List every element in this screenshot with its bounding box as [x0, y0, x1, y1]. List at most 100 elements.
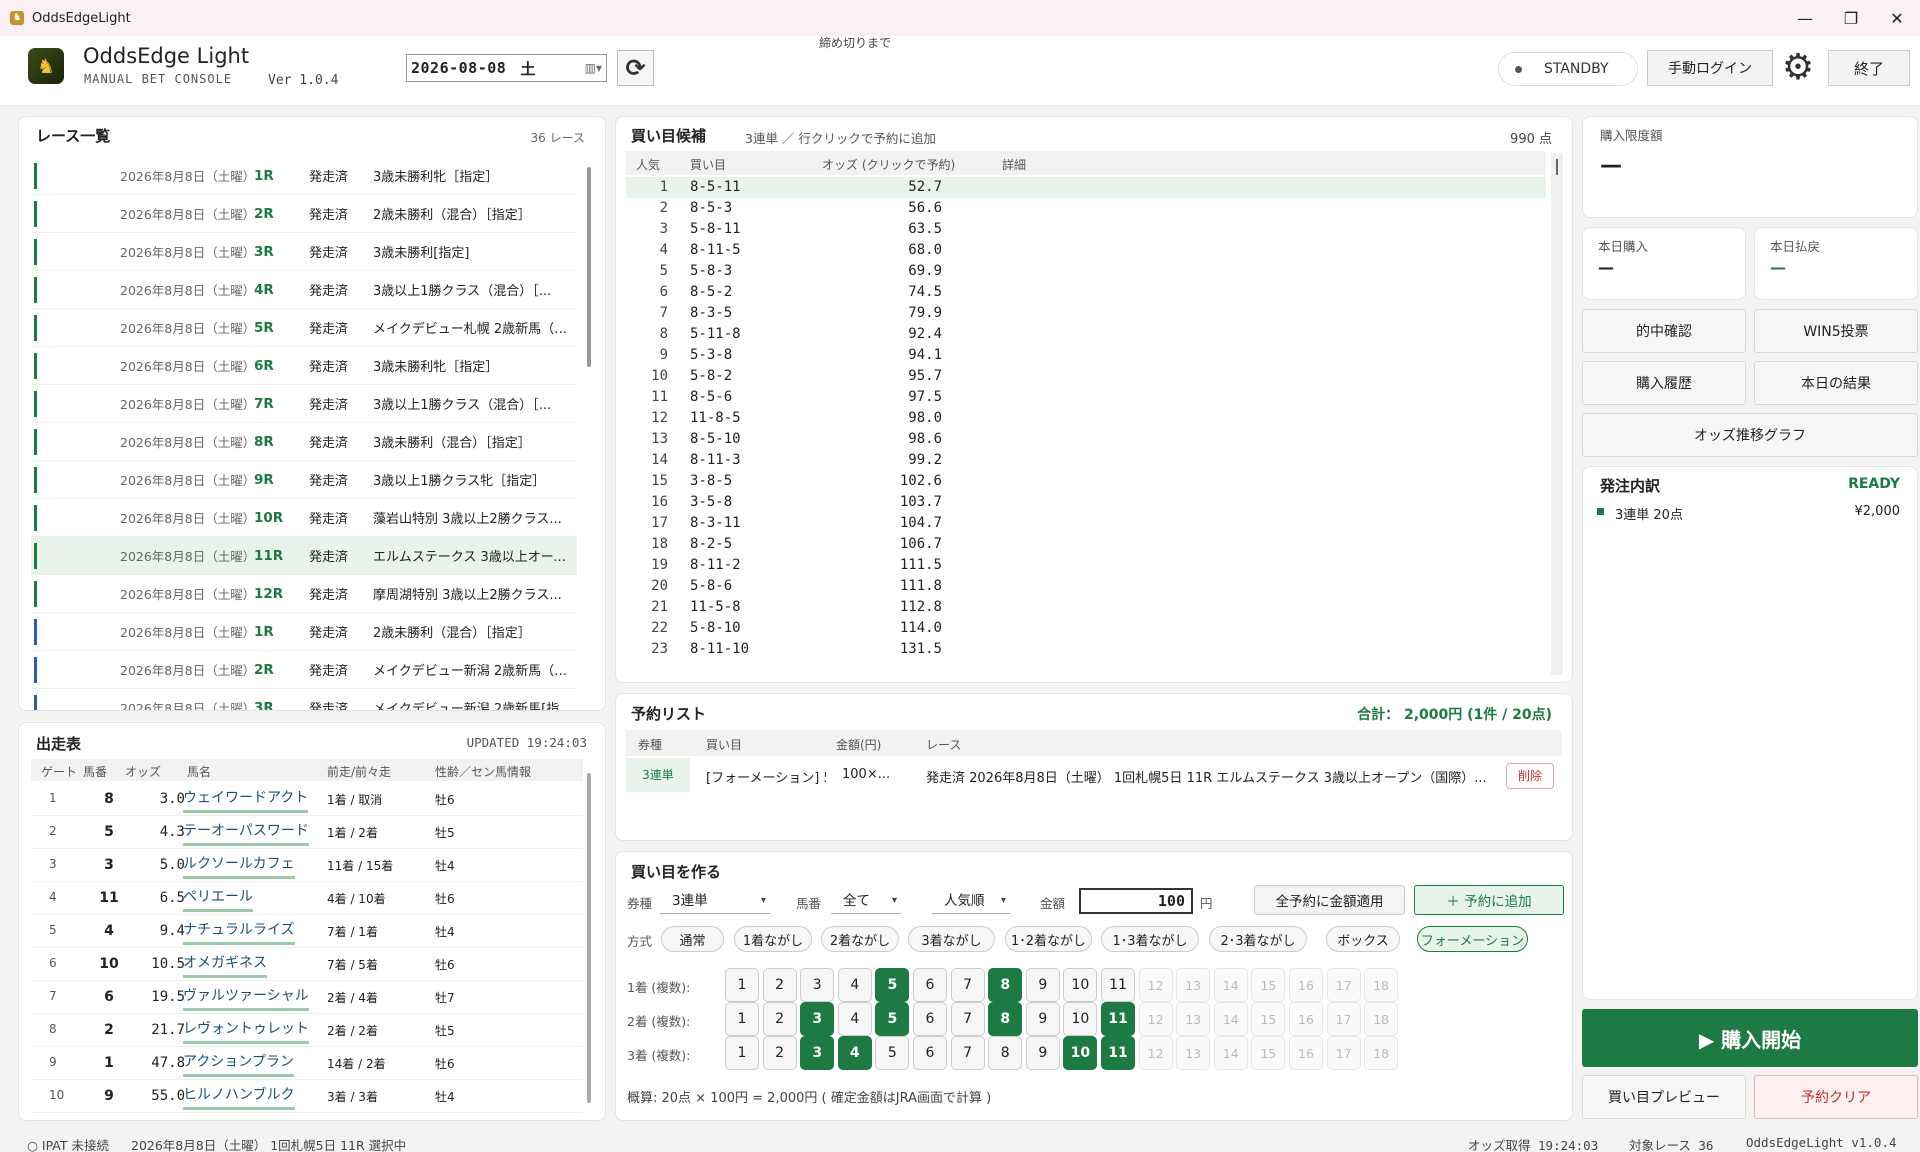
second-place-number-button[interactable]: 3 [800, 1002, 835, 1036]
race-row[interactable]: 2026年8月8日（土曜） 3R 発走済 メイクデビュー新潟 2歳新馬[指定] [31, 689, 577, 710]
candidate-odds[interactable]: 114.0 [826, 620, 942, 636]
close-button[interactable]: ✕ [1874, 0, 1920, 36]
third-place-number-button[interactable]: 11 [1101, 1036, 1135, 1070]
entry-row[interactable]: 10 9 55.0 ヒルノハンブルク 3着 / 3着 牡4 [31, 1080, 583, 1113]
method-option[interactable]: 2着ながし [821, 926, 899, 952]
second-place-number-button[interactable]: 8 [988, 1002, 1023, 1036]
win5-button[interactable]: WIN5投票 [1754, 309, 1918, 353]
second-place-number-button[interactable]: 1 [725, 1002, 759, 1036]
candidate-row[interactable]: 6 8-5-2 74.5 [626, 282, 1546, 303]
candidate-row[interactable]: 14 8-11-3 99.2 [626, 450, 1546, 471]
exit-button[interactable]: 終了 [1828, 50, 1910, 86]
third-place-number-button[interactable]: 3 [800, 1036, 835, 1070]
method-option[interactable]: 1着ながし [734, 926, 812, 952]
buy-start-button[interactable]: ▶ 購入開始 [1582, 1009, 1918, 1067]
race-row[interactable]: 2026年8月8日（土曜） 9R 発走済 3歳以上1勝クラス牝［指定］ [31, 461, 577, 499]
sort-select[interactable]: 人気順 ▾ [932, 888, 1010, 914]
candidate-row[interactable]: 1 8-5-11 52.7 [626, 177, 1546, 198]
second-place-number-button[interactable]: 9 [1025, 1002, 1060, 1036]
second-place-number-button[interactable]: 4 [837, 1002, 872, 1036]
race-row[interactable]: 2026年8月8日（土曜） 7R 発走済 3歳以上1勝クラス（混合）［... [31, 385, 577, 423]
candidate-odds[interactable]: 131.5 [826, 641, 942, 657]
second-place-number-button[interactable]: 2 [762, 1002, 797, 1036]
third-place-number-button[interactable]: 9 [1025, 1036, 1060, 1070]
candidate-odds[interactable]: 111.8 [826, 578, 942, 594]
entry-row[interactable]: 2 5 4.3 テーオーパスワード 1着 / 2着 牡5 [31, 816, 583, 849]
entry-row[interactable]: 8 2 21.7 レヴォントゥレット 2着 / 2着 牡5 [31, 1014, 583, 1047]
third-place-number-button[interactable]: 8 [988, 1036, 1023, 1070]
entry-row[interactable]: 1 8 3.0 ウェイワードアクト 1着 / 取消 牡6 [31, 783, 583, 816]
race-row[interactable]: 2026年8月8日（土曜） 12R 発走済 摩周湖特別 3歳以上2勝クラス... [31, 575, 577, 613]
date-picker[interactable]: 2026-08-08 土 ▥▾ [406, 54, 607, 82]
race-row[interactable]: 2026年8月8日（土曜） 2R 発走済 メイクデビュー新潟 2歳新馬（混... [31, 651, 577, 689]
race-row[interactable]: 2026年8月8日（土曜） 11R 発走済 エルムステークス 3歳以上オープ... [31, 537, 577, 575]
candidate-row[interactable]: 20 5-8-6 111.8 [626, 576, 1546, 597]
third-place-number-button[interactable]: 4 [837, 1036, 872, 1070]
delete-button[interactable]: 削除 [1506, 763, 1554, 789]
first-place-number-button[interactable]: 2 [762, 968, 797, 1002]
history-button[interactable]: 購入履歴 [1582, 361, 1746, 405]
today-results-button[interactable]: 本日の結果 [1754, 361, 1918, 405]
candidate-odds[interactable]: 106.7 [826, 536, 942, 552]
candidate-row[interactable]: 11 8-5-6 97.5 [626, 387, 1546, 408]
race-row[interactable]: 2026年8月8日（土曜） 4R 発走済 3歳以上1勝クラス（混合）［... [31, 271, 577, 309]
candidate-odds[interactable]: 97.5 [826, 389, 942, 405]
method-option[interactable]: フォーメーション [1417, 926, 1528, 952]
candidate-row[interactable]: 17 8-3-11 104.7 [626, 513, 1546, 534]
preview-button[interactable]: 買い目プレビュー [1582, 1075, 1746, 1119]
third-place-number-button[interactable]: 1 [725, 1036, 759, 1070]
candidate-odds[interactable]: 56.6 [826, 200, 942, 216]
candidate-odds[interactable]: 103.7 [826, 494, 942, 510]
horse-select[interactable]: 全て ▾ [831, 888, 901, 914]
candidate-row[interactable]: 19 8-11-2 111.5 [626, 555, 1546, 576]
candidate-row[interactable]: 21 11-5-8 112.8 [626, 597, 1546, 618]
candidate-row[interactable]: 8 5-11-8 92.4 [626, 324, 1546, 345]
candidate-odds[interactable]: 92.4 [826, 326, 942, 342]
candidate-row[interactable]: 2 8-5-3 56.6 [626, 198, 1546, 219]
candidate-row[interactable]: 12 11-8-5 98.0 [626, 408, 1546, 429]
refresh-button[interactable]: ⟳ [617, 50, 654, 86]
first-place-number-button[interactable]: 8 [988, 968, 1023, 1002]
candidate-odds[interactable]: 99.2 [826, 452, 942, 468]
candidate-row[interactable]: 15 3-8-5 102.6 [626, 471, 1546, 492]
apply-all-button[interactable]: 全予約に金額適用 [1254, 885, 1405, 915]
candidate-odds[interactable]: 104.7 [826, 515, 942, 531]
candidate-row[interactable]: 13 8-5-10 98.6 [626, 429, 1546, 450]
entries-scrollbar[interactable] [587, 773, 591, 1103]
third-place-number-button[interactable]: 2 [762, 1036, 797, 1070]
third-place-number-button[interactable]: 7 [950, 1036, 985, 1070]
maximize-button[interactable]: ❐ [1828, 0, 1874, 36]
candidate-odds[interactable]: 98.0 [826, 410, 942, 426]
candidate-odds[interactable]: 102.6 [826, 473, 942, 489]
entry-row[interactable]: 3 3 5.0 ルクソールカフェ 11着 / 15着 牡4 [31, 849, 583, 882]
manual-login-button[interactable]: 手動ログイン [1647, 50, 1773, 86]
race-row[interactable]: 2026年8月8日（土曜） 1R 発走済 2歳未勝利（混合）［指定］ [31, 613, 577, 651]
type-select[interactable]: 3連単 ▾ [660, 888, 770, 914]
minimize-button[interactable]: — [1782, 0, 1828, 36]
second-place-number-button[interactable]: 5 [875, 1002, 910, 1036]
method-option[interactable]: 通常 [661, 926, 724, 952]
reservation-row[interactable]: 3連単 [フォーメーション] 5... 100×... 発走済 2026年8月8… [626, 758, 1562, 792]
first-place-number-button[interactable]: 3 [800, 968, 835, 1002]
entry-row[interactable]: 4 11 6.5 ペリエール 4着 / 10着 牡6 [31, 882, 583, 915]
first-place-number-button[interactable]: 6 [913, 968, 947, 1002]
candidate-odds[interactable]: 95.7 [826, 368, 942, 384]
race-row[interactable]: 2026年8月8日（土曜） 10R 発走済 藻岩山特別 3歳以上2勝クラス... [31, 499, 577, 537]
candidate-row[interactable]: 23 8-11-10 131.5 [626, 639, 1546, 660]
gear-icon[interactable]: ⚙ [1779, 49, 1817, 87]
candidate-odds[interactable]: 112.8 [826, 599, 942, 615]
first-place-number-button[interactable]: 1 [725, 968, 759, 1002]
candidate-row[interactable]: 18 8-2-5 106.7 [626, 534, 1546, 555]
candidate-odds[interactable]: 68.0 [826, 242, 942, 258]
candidates-scrollbar[interactable] [1551, 153, 1563, 675]
candidate-odds[interactable]: 69.9 [826, 263, 942, 279]
race-row[interactable]: 2026年8月8日（土曜） 8R 発走済 3歳未勝利（混合）［指定］ [31, 423, 577, 461]
candidate-row[interactable]: 16 3-5-8 103.7 [626, 492, 1546, 513]
calendar-icon[interactable]: ▥▾ [585, 61, 602, 75]
candidate-odds[interactable]: 63.5 [826, 221, 942, 237]
entry-row[interactable]: 6 10 10.5 オメガギネス 7着 / 5着 牡6 [31, 948, 583, 981]
race-row[interactable]: 2026年8月8日（土曜） 3R 発走済 3歳未勝利[指定] [31, 233, 577, 271]
candidate-row[interactable]: 7 8-3-5 79.9 [626, 303, 1546, 324]
add-reservation-button[interactable]: ＋ 予約に追加 [1414, 885, 1564, 915]
candidate-odds[interactable]: 94.1 [826, 347, 942, 363]
